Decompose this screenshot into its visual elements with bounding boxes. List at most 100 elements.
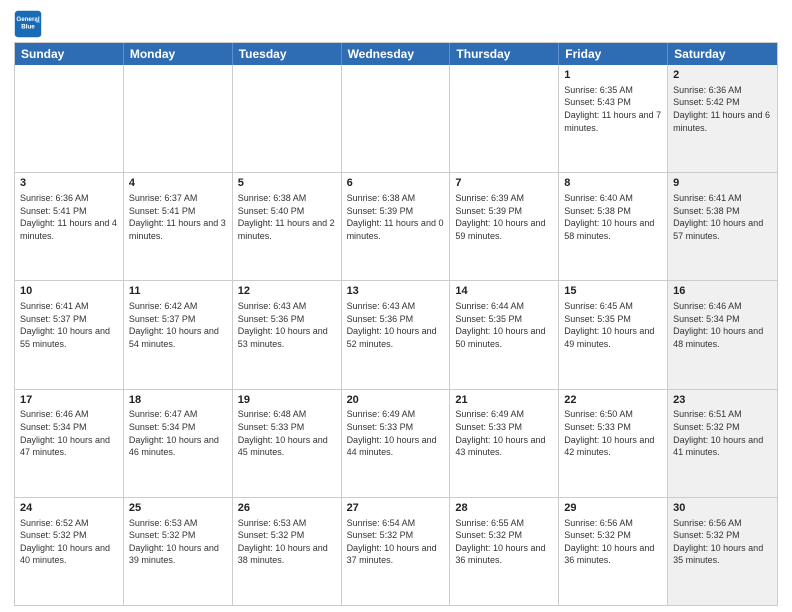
- day-info: Sunrise: 6:46 AM Sunset: 5:34 PM Dayligh…: [20, 408, 118, 458]
- day-cell-30: 30Sunrise: 6:56 AM Sunset: 5:32 PM Dayli…: [668, 498, 777, 605]
- day-number: 23: [673, 393, 772, 408]
- day-cell-16: 16Sunrise: 6:46 AM Sunset: 5:34 PM Dayli…: [668, 281, 777, 388]
- day-number: 13: [347, 284, 445, 299]
- day-cell-7: 7Sunrise: 6:39 AM Sunset: 5:39 PM Daylig…: [450, 173, 559, 280]
- day-number: 4: [129, 176, 227, 191]
- header-cell-saturday: Saturday: [668, 43, 777, 65]
- calendar-row-4: 24Sunrise: 6:52 AM Sunset: 5:32 PM Dayli…: [15, 497, 777, 605]
- day-cell-9: 9Sunrise: 6:41 AM Sunset: 5:38 PM Daylig…: [668, 173, 777, 280]
- day-info: Sunrise: 6:44 AM Sunset: 5:35 PM Dayligh…: [455, 300, 553, 350]
- day-info: Sunrise: 6:39 AM Sunset: 5:39 PM Dayligh…: [455, 192, 553, 242]
- day-number: 26: [238, 501, 336, 516]
- day-info: Sunrise: 6:38 AM Sunset: 5:39 PM Dayligh…: [347, 192, 445, 242]
- empty-cell-0-4: [450, 65, 559, 172]
- header-cell-thursday: Thursday: [450, 43, 559, 65]
- day-cell-5: 5Sunrise: 6:38 AM Sunset: 5:40 PM Daylig…: [233, 173, 342, 280]
- day-cell-23: 23Sunrise: 6:51 AM Sunset: 5:32 PM Dayli…: [668, 390, 777, 497]
- day-info: Sunrise: 6:38 AM Sunset: 5:40 PM Dayligh…: [238, 192, 336, 242]
- day-cell-8: 8Sunrise: 6:40 AM Sunset: 5:38 PM Daylig…: [559, 173, 668, 280]
- day-info: Sunrise: 6:56 AM Sunset: 5:32 PM Dayligh…: [564, 517, 662, 567]
- calendar-row-0: 1Sunrise: 6:35 AM Sunset: 5:43 PM Daylig…: [15, 65, 777, 172]
- day-info: Sunrise: 6:54 AM Sunset: 5:32 PM Dayligh…: [347, 517, 445, 567]
- header-cell-monday: Monday: [124, 43, 233, 65]
- day-info: Sunrise: 6:50 AM Sunset: 5:33 PM Dayligh…: [564, 408, 662, 458]
- day-info: Sunrise: 6:51 AM Sunset: 5:32 PM Dayligh…: [673, 408, 772, 458]
- day-info: Sunrise: 6:36 AM Sunset: 5:42 PM Dayligh…: [673, 84, 772, 134]
- svg-text:Blue: Blue: [21, 24, 35, 31]
- day-number: 18: [129, 393, 227, 408]
- day-number: 27: [347, 501, 445, 516]
- day-cell-15: 15Sunrise: 6:45 AM Sunset: 5:35 PM Dayli…: [559, 281, 668, 388]
- day-info: Sunrise: 6:52 AM Sunset: 5:32 PM Dayligh…: [20, 517, 118, 567]
- day-info: Sunrise: 6:47 AM Sunset: 5:34 PM Dayligh…: [129, 408, 227, 458]
- day-cell-3: 3Sunrise: 6:36 AM Sunset: 5:41 PM Daylig…: [15, 173, 124, 280]
- day-number: 12: [238, 284, 336, 299]
- page: General Blue SundayMondayTuesdayWednesda…: [0, 0, 792, 612]
- day-cell-18: 18Sunrise: 6:47 AM Sunset: 5:34 PM Dayli…: [124, 390, 233, 497]
- day-number: 19: [238, 393, 336, 408]
- day-info: Sunrise: 6:49 AM Sunset: 5:33 PM Dayligh…: [455, 408, 553, 458]
- day-info: Sunrise: 6:45 AM Sunset: 5:35 PM Dayligh…: [564, 300, 662, 350]
- day-cell-17: 17Sunrise: 6:46 AM Sunset: 5:34 PM Dayli…: [15, 390, 124, 497]
- day-number: 30: [673, 501, 772, 516]
- empty-cell-0-1: [124, 65, 233, 172]
- empty-cell-0-2: [233, 65, 342, 172]
- empty-cell-0-3: [342, 65, 451, 172]
- day-number: 22: [564, 393, 662, 408]
- day-cell-12: 12Sunrise: 6:43 AM Sunset: 5:36 PM Dayli…: [233, 281, 342, 388]
- day-info: Sunrise: 6:55 AM Sunset: 5:32 PM Dayligh…: [455, 517, 553, 567]
- day-number: 25: [129, 501, 227, 516]
- day-info: Sunrise: 6:42 AM Sunset: 5:37 PM Dayligh…: [129, 300, 227, 350]
- day-number: 28: [455, 501, 553, 516]
- header-cell-wednesday: Wednesday: [342, 43, 451, 65]
- day-cell-19: 19Sunrise: 6:48 AM Sunset: 5:33 PM Dayli…: [233, 390, 342, 497]
- calendar-row-3: 17Sunrise: 6:46 AM Sunset: 5:34 PM Dayli…: [15, 389, 777, 497]
- logo: General Blue: [14, 10, 46, 38]
- day-number: 20: [347, 393, 445, 408]
- day-info: Sunrise: 6:36 AM Sunset: 5:41 PM Dayligh…: [20, 192, 118, 242]
- day-number: 7: [455, 176, 553, 191]
- day-number: 5: [238, 176, 336, 191]
- day-number: 3: [20, 176, 118, 191]
- header-cell-friday: Friday: [559, 43, 668, 65]
- logo-icon: General Blue: [14, 10, 42, 38]
- day-cell-2: 2Sunrise: 6:36 AM Sunset: 5:42 PM Daylig…: [668, 65, 777, 172]
- day-cell-1: 1Sunrise: 6:35 AM Sunset: 5:43 PM Daylig…: [559, 65, 668, 172]
- day-cell-29: 29Sunrise: 6:56 AM Sunset: 5:32 PM Dayli…: [559, 498, 668, 605]
- day-info: Sunrise: 6:37 AM Sunset: 5:41 PM Dayligh…: [129, 192, 227, 242]
- header-cell-sunday: Sunday: [15, 43, 124, 65]
- day-number: 16: [673, 284, 772, 299]
- day-cell-10: 10Sunrise: 6:41 AM Sunset: 5:37 PM Dayli…: [15, 281, 124, 388]
- day-cell-25: 25Sunrise: 6:53 AM Sunset: 5:32 PM Dayli…: [124, 498, 233, 605]
- day-info: Sunrise: 6:49 AM Sunset: 5:33 PM Dayligh…: [347, 408, 445, 458]
- day-number: 2: [673, 68, 772, 83]
- day-cell-14: 14Sunrise: 6:44 AM Sunset: 5:35 PM Dayli…: [450, 281, 559, 388]
- day-number: 10: [20, 284, 118, 299]
- day-number: 6: [347, 176, 445, 191]
- day-number: 1: [564, 68, 662, 83]
- day-cell-27: 27Sunrise: 6:54 AM Sunset: 5:32 PM Dayli…: [342, 498, 451, 605]
- header-cell-tuesday: Tuesday: [233, 43, 342, 65]
- day-info: Sunrise: 6:43 AM Sunset: 5:36 PM Dayligh…: [347, 300, 445, 350]
- day-number: 17: [20, 393, 118, 408]
- calendar-body: 1Sunrise: 6:35 AM Sunset: 5:43 PM Daylig…: [15, 65, 777, 605]
- day-number: 29: [564, 501, 662, 516]
- day-cell-26: 26Sunrise: 6:53 AM Sunset: 5:32 PM Dayli…: [233, 498, 342, 605]
- day-number: 9: [673, 176, 772, 191]
- day-info: Sunrise: 6:41 AM Sunset: 5:38 PM Dayligh…: [673, 192, 772, 242]
- day-info: Sunrise: 6:56 AM Sunset: 5:32 PM Dayligh…: [673, 517, 772, 567]
- empty-cell-0-0: [15, 65, 124, 172]
- day-cell-20: 20Sunrise: 6:49 AM Sunset: 5:33 PM Dayli…: [342, 390, 451, 497]
- day-cell-22: 22Sunrise: 6:50 AM Sunset: 5:33 PM Dayli…: [559, 390, 668, 497]
- day-info: Sunrise: 6:43 AM Sunset: 5:36 PM Dayligh…: [238, 300, 336, 350]
- day-cell-4: 4Sunrise: 6:37 AM Sunset: 5:41 PM Daylig…: [124, 173, 233, 280]
- calendar: SundayMondayTuesdayWednesdayThursdayFrid…: [14, 42, 778, 606]
- day-cell-21: 21Sunrise: 6:49 AM Sunset: 5:33 PM Dayli…: [450, 390, 559, 497]
- day-info: Sunrise: 6:53 AM Sunset: 5:32 PM Dayligh…: [129, 517, 227, 567]
- calendar-row-1: 3Sunrise: 6:36 AM Sunset: 5:41 PM Daylig…: [15, 172, 777, 280]
- day-cell-11: 11Sunrise: 6:42 AM Sunset: 5:37 PM Dayli…: [124, 281, 233, 388]
- calendar-header: SundayMondayTuesdayWednesdayThursdayFrid…: [15, 43, 777, 65]
- day-number: 24: [20, 501, 118, 516]
- day-number: 15: [564, 284, 662, 299]
- day-number: 8: [564, 176, 662, 191]
